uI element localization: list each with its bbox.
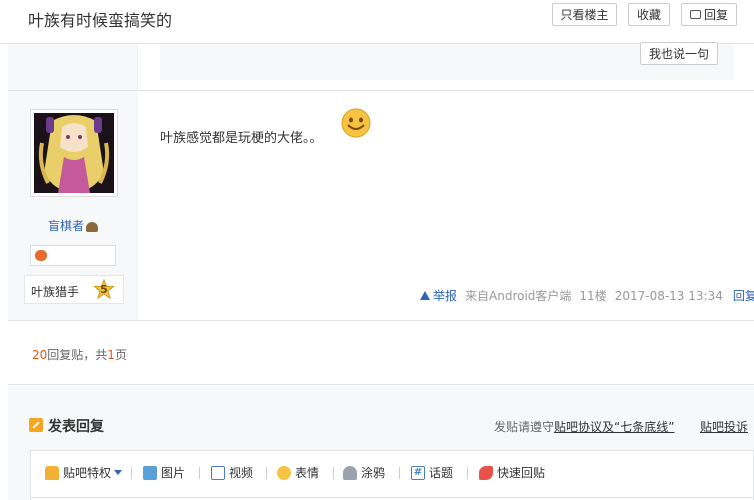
toolbar-divider (199, 467, 200, 479)
username[interactable]: 盲棋者 (8, 217, 138, 234)
level-name: 叶族猎手 (31, 285, 80, 299)
post-author-sidebar: 盲棋者 叶族猎手 5 (8, 91, 138, 320)
reply-button-label: 回复 (703, 8, 728, 22)
emoji-label: 表情 (295, 466, 320, 480)
rocket-icon (479, 465, 493, 480)
post-source: 来自Android客户端 (465, 289, 572, 303)
video-icon (211, 465, 225, 480)
avatar-image (34, 113, 114, 193)
pager-text-1: 回复贴，共 (47, 348, 108, 362)
video-label: 视频 (229, 466, 254, 480)
crown-icon (45, 465, 59, 480)
post-reply-link[interactable]: 回复 (733, 287, 754, 304)
toolbar-divider (467, 467, 468, 479)
toolbar-divider (266, 467, 267, 479)
report-label: 举报 (433, 289, 458, 303)
posting-rules: 发贴请遵守贴吧协议及“七条底线” (494, 418, 674, 435)
only-op-button[interactable]: 只看楼主 (552, 3, 617, 26)
complaint-link[interactable]: 贴吧投诉 (700, 418, 748, 435)
page-count: 1 (107, 348, 115, 362)
image-icon (143, 465, 157, 480)
warning-icon (420, 291, 430, 300)
say-something-button[interactable]: 我也说一句 (640, 42, 718, 65)
level-number: 5 (100, 283, 108, 296)
pager-text-2: 页 (114, 348, 127, 362)
game-controller-icon (35, 250, 47, 261)
post-time: 2017-08-13 13:34 (614, 288, 723, 303)
chevron-down-icon (114, 470, 123, 475)
level-badge[interactable]: 叶族猎手 5 (24, 275, 124, 304)
post-floor: 11楼 (579, 289, 607, 303)
quick-reply-label: 快速回贴 (497, 466, 546, 480)
privilege-button[interactable]: 贴吧特权 (45, 464, 123, 481)
reply-section-title: 发表回复 (48, 419, 104, 435)
thread-header: 叶族有时候蛮搞笑的 只看楼主 收藏 回复 (0, 0, 754, 44)
rules-prefix: 发贴请遵守 (494, 420, 555, 434)
thread-title: 叶族有时候蛮搞笑的 (28, 11, 173, 30)
emoji-icon (277, 465, 291, 480)
post-floor-11: 盲棋者 叶族猎手 5 叶族感觉都是玩梗的大佬。。 举报 来自Android客户端… (8, 90, 754, 321)
avatar[interactable] (30, 109, 118, 197)
privilege-label: 贴吧特权 (63, 466, 112, 480)
doodle-button[interactable]: 涂鸦 (343, 464, 385, 481)
toolbar-divider (399, 467, 400, 479)
post-content: 叶族感觉都是玩梗的大佬。。 (160, 131, 323, 146)
report-link[interactable]: 举报 (420, 287, 457, 304)
level-star-icon: 5 (93, 278, 115, 301)
previous-post-sidebar (8, 44, 138, 90)
rules-link[interactable]: 贴吧协议及“七条底线” (554, 420, 674, 434)
smiley-emoji-icon (341, 108, 371, 138)
username-label: 盲棋者 (47, 219, 84, 233)
video-button[interactable]: 视频 (211, 464, 253, 481)
badge-slot[interactable] (30, 245, 116, 266)
topic-label: 话题 (429, 466, 454, 480)
emoji-button[interactable]: 表情 (277, 464, 319, 481)
doodle-label: 涂鸦 (361, 466, 386, 480)
quick-reply-button[interactable]: 快速回贴 (479, 464, 545, 481)
pager: 20回复贴，共1页 (8, 321, 754, 385)
topic-button[interactable]: # 话题 (411, 464, 453, 481)
doodle-icon (343, 465, 357, 480)
reply-section: 发表回复 发贴请遵守贴吧协议及“七条底线” 贴吧投诉 贴吧特权 图片 视频 表情… (8, 386, 754, 500)
toolbar-divider (333, 467, 334, 479)
image-label: 图片 (161, 466, 186, 480)
reply-button[interactable]: 回复 (681, 3, 737, 26)
toolbar-divider (131, 467, 132, 479)
reply-count-summary: 20回复贴，共1页 (32, 346, 127, 363)
reply-icon (689, 10, 701, 19)
user-badge-icon (86, 221, 98, 232)
image-button[interactable]: 图片 (143, 464, 185, 481)
pencil-icon (29, 418, 43, 432)
hashtag-icon: # (411, 465, 425, 480)
editor-toolbar: 贴吧特权 图片 视频 表情 涂鸦 # 话题 快速回贴 (30, 450, 754, 500)
post-meta: 举报 来自Android客户端 11楼 2017-08-13 13:34 回复 (420, 287, 754, 304)
reply-count: 20 (32, 348, 48, 362)
collect-button[interactable]: 收藏 (628, 3, 670, 26)
